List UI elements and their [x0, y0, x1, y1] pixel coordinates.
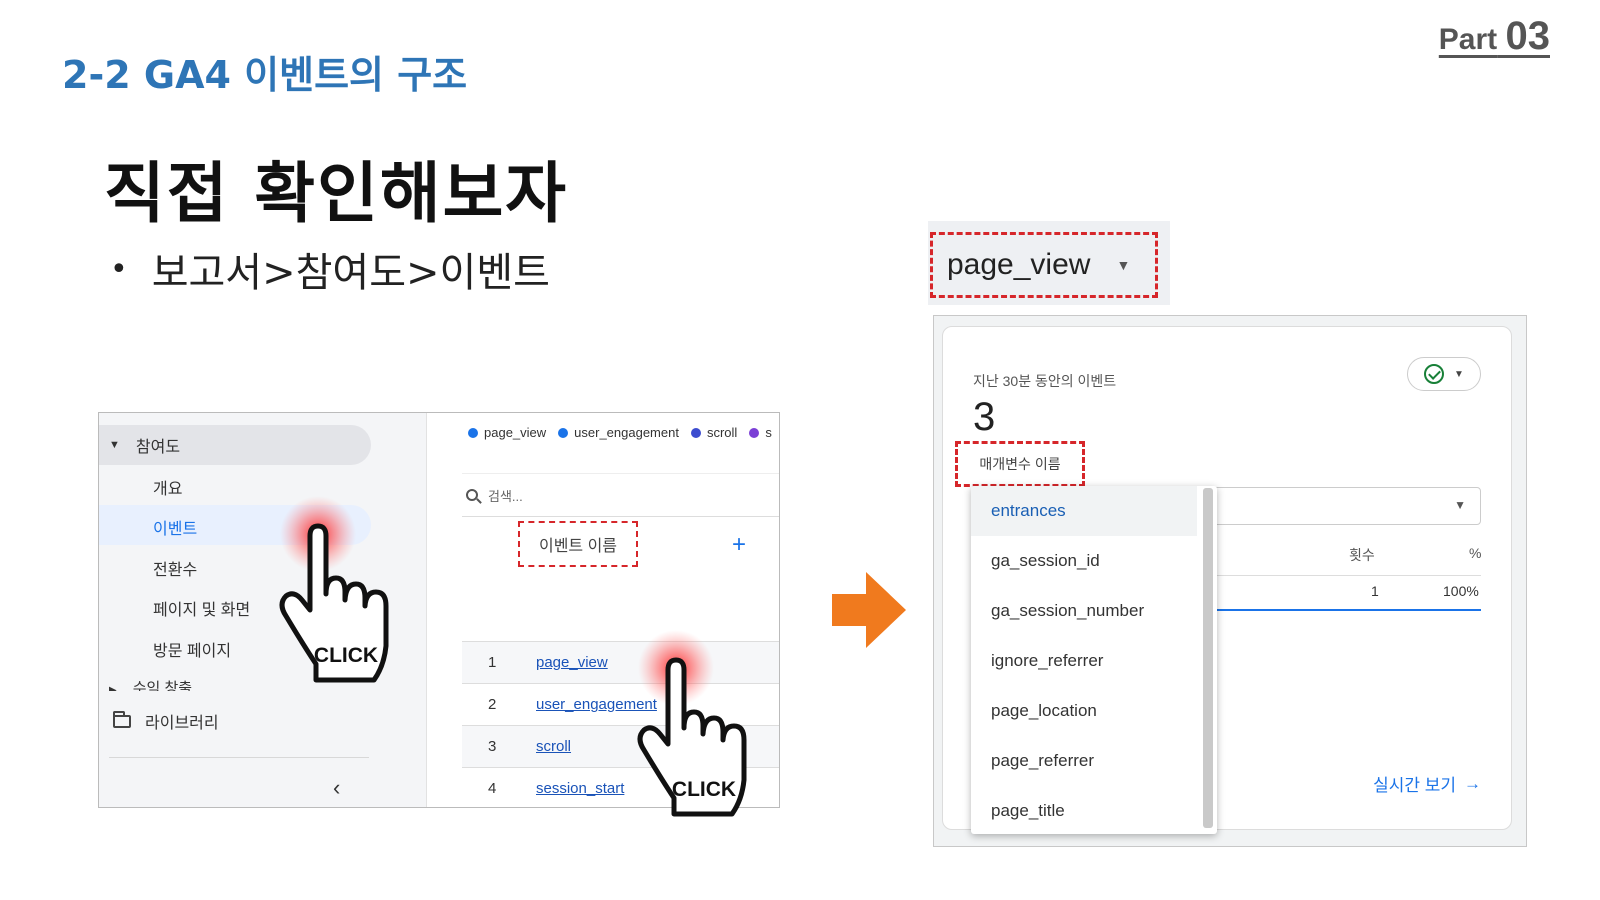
card-label: 지난 30분 동안의 이벤트	[973, 373, 1117, 389]
bullet-item: • 보고서>참여도>이벤트	[110, 240, 550, 298]
row-index: 2	[488, 696, 497, 713]
menu-item[interactable]: entrances	[971, 486, 1197, 536]
legend-label: s	[765, 425, 772, 440]
search-placeholder: 검색...	[488, 488, 523, 504]
event-count: 3	[973, 395, 996, 439]
table-row	[1213, 575, 1481, 611]
main-title: 직접 확인해보자	[104, 155, 569, 232]
caret-right-icon: ▶	[109, 685, 117, 691]
legend-label: page_view	[484, 425, 547, 440]
nav-library-label: 라이브러리	[145, 715, 219, 732]
right-arrow-icon	[832, 572, 906, 648]
row-percent: 100%	[1443, 583, 1479, 599]
menu-item[interactable]: ga_session_id	[971, 536, 1217, 586]
nav-item-landing-page[interactable]: 방문 페이지	[153, 637, 231, 661]
legend-item: s	[749, 425, 772, 440]
nav-divider	[109, 757, 369, 758]
table-search-input[interactable]: 검색...	[462, 473, 779, 517]
legend-item: scroll	[690, 425, 738, 440]
nav-sub-label: 수익 창출	[132, 680, 193, 691]
event-link[interactable]: page_view	[536, 654, 608, 671]
add-column-icon[interactable]: +	[732, 531, 746, 559]
nav-item-events[interactable]: 이벤트	[153, 515, 197, 539]
legend-dot-icon	[468, 428, 478, 438]
menu-item[interactable]: page_title	[971, 786, 1217, 834]
nav-library[interactable]: 라이브러리	[113, 709, 219, 733]
part-label: Part 03	[1439, 14, 1550, 59]
menu-item[interactable]: page_referrer	[971, 736, 1217, 786]
bullet-dot-icon: •	[110, 251, 128, 287]
click-label: CLICK	[314, 644, 378, 667]
menu-item[interactable]: page_location	[971, 686, 1217, 736]
section-title: 2-2 GA4 이벤트의 구조	[62, 53, 468, 97]
click-hand-icon: CLICK	[637, 630, 747, 817]
nav-item-overview[interactable]: 개요	[153, 475, 182, 499]
percent-column-header: %	[1469, 545, 1482, 561]
param-options-menu: entrances ga_session_id ga_session_numbe…	[971, 486, 1217, 834]
nav-item-conversions[interactable]: 전환수	[153, 556, 197, 580]
nav-item-pages-screens[interactable]: 페이지 및 화면	[153, 596, 250, 620]
menu-item[interactable]: ga_session_number	[971, 586, 1217, 636]
nav-group-monetization[interactable]: ▶ 수익 창출	[109, 677, 192, 691]
row-index: 3	[488, 738, 497, 755]
part-number: 03	[1505, 14, 1551, 58]
bullet-text: 보고서>참여도>이벤트	[151, 250, 550, 296]
nav-group-engagement[interactable]: ▼ 참여도	[99, 425, 371, 465]
event-link[interactable]: session_start	[536, 780, 624, 797]
folder-icon	[113, 710, 131, 728]
chart-legend: page_view user_engagement scroll s	[468, 425, 772, 440]
event-link[interactable]: scroll	[536, 738, 571, 755]
event-select-dropdown[interactable]: page_view ▼	[930, 232, 1158, 298]
legend-dot-icon	[749, 428, 760, 438]
click-hand-icon: CLICK	[279, 496, 389, 683]
row-index: 1	[488, 654, 497, 671]
part-word: Part	[1438, 23, 1498, 56]
legend-label: user_engagement	[574, 425, 679, 440]
nav-group-label: 참여도	[135, 439, 181, 456]
view-realtime-link[interactable]: 실시간 보기 →	[1373, 771, 1481, 796]
menu-item[interactable]: ignore_referrer	[971, 636, 1217, 686]
row-count: 1	[1371, 583, 1379, 599]
arrow-right-icon: →	[1464, 773, 1481, 793]
legend-dot-icon	[558, 428, 569, 438]
search-icon	[466, 489, 478, 501]
param-name-label: 매개변수 이름	[955, 441, 1085, 487]
event-select-value: page_view	[947, 248, 1091, 281]
check-circle-icon	[1424, 364, 1445, 384]
legend-item: user_engagement	[558, 425, 679, 440]
status-filter-button[interactable]: ▼	[1407, 357, 1481, 391]
legend-item: page_view	[468, 425, 546, 440]
legend-label: scroll	[706, 425, 738, 440]
click-label: CLICK	[672, 778, 736, 801]
caret-down-icon: ▼	[109, 439, 120, 451]
menu-scrollbar[interactable]	[1203, 488, 1213, 828]
collapse-chevron-icon[interactable]: ‹	[333, 775, 340, 801]
count-column-header: 횟수	[1349, 547, 1375, 563]
caret-down-icon: ▼	[1116, 257, 1131, 273]
row-index: 4	[488, 780, 497, 797]
column-header-event-name[interactable]: 이벤트 이름	[518, 521, 638, 567]
realtime-link-label: 실시간 보기	[1373, 776, 1456, 795]
legend-dot-icon	[690, 428, 701, 438]
caret-down-icon: ▼	[1454, 498, 1466, 512]
caret-down-icon: ▼	[1454, 368, 1464, 380]
